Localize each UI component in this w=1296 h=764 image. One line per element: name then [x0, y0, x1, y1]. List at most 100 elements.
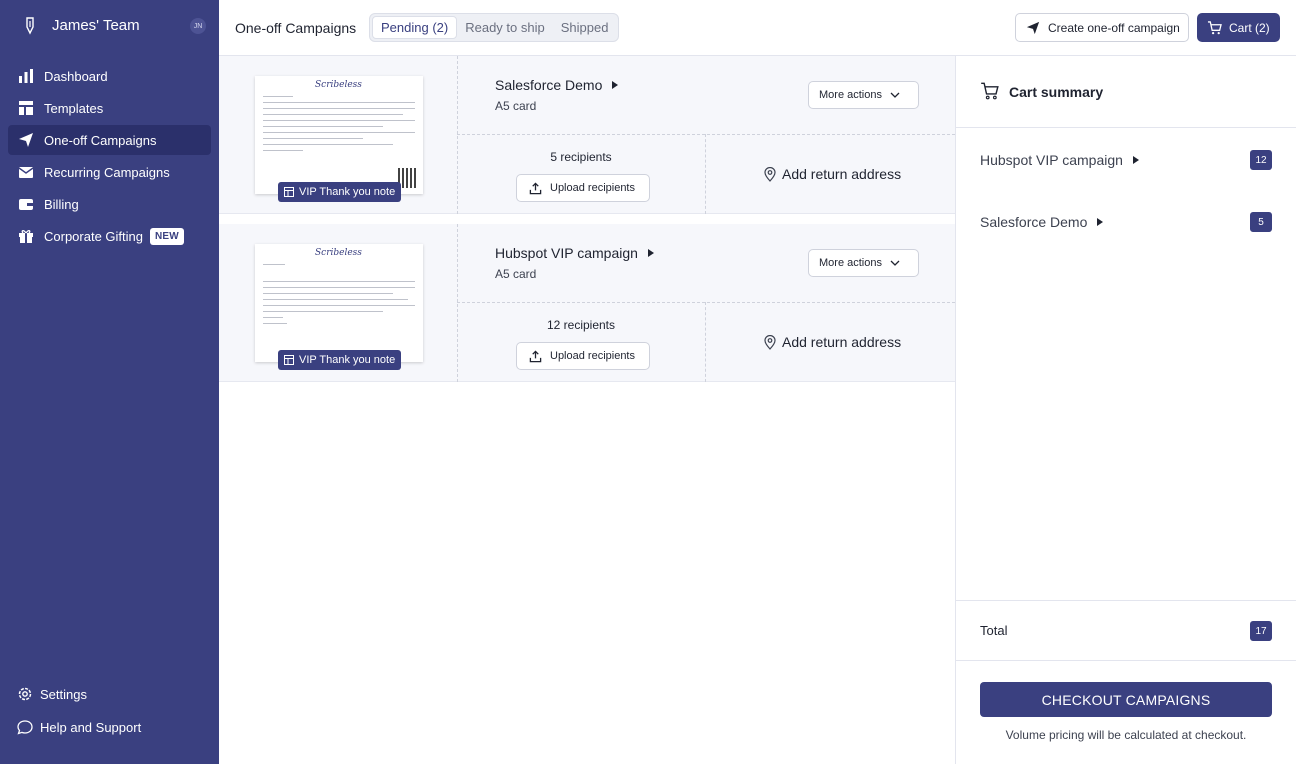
- more-actions-button[interactable]: More actions: [808, 81, 919, 109]
- cart-label: Cart (2): [1229, 20, 1270, 35]
- sidebar-item-label: One-off Campaigns: [44, 132, 157, 148]
- avatar[interactable]: JN: [190, 18, 206, 34]
- brand-logo: Scribeless: [315, 80, 362, 90]
- create-campaign-button[interactable]: Create one-off campaign: [1015, 13, 1189, 42]
- sidebar-item-label: Templates: [44, 100, 104, 116]
- play-arrow-icon: [647, 249, 654, 257]
- upload-recipients-button[interactable]: Upload recipients: [516, 342, 650, 370]
- chevron-down-icon: [890, 260, 900, 266]
- divider: [457, 224, 458, 382]
- page-title: One-off Campaigns: [235, 20, 357, 36]
- brand-logo: Scribeless: [315, 248, 362, 258]
- upload-icon: [529, 181, 542, 195]
- sidebar-item-label: Settings: [40, 686, 87, 702]
- wallet-icon: [16, 194, 36, 214]
- cart-item[interactable]: Salesforce Demo 5: [980, 210, 1272, 234]
- cart-icon: [1207, 20, 1222, 35]
- tab-shipped[interactable]: Shipped: [553, 16, 617, 39]
- location-pin-icon: [764, 334, 776, 350]
- play-arrow-icon: [612, 81, 619, 89]
- play-arrow-icon: [1132, 156, 1139, 164]
- sidebar-item-settings[interactable]: Settings: [8, 680, 211, 708]
- divider: [457, 302, 955, 303]
- tab-pending[interactable]: Pending (2): [372, 16, 458, 39]
- sidebar-item-label: Recurring Campaigns: [44, 164, 170, 180]
- handwriting-preview: [263, 96, 415, 156]
- sidebar-item-dashboard[interactable]: Dashboard: [8, 61, 211, 91]
- chat-bubble-icon: [16, 718, 34, 736]
- upload-recipients-label: Upload recipients: [550, 350, 635, 362]
- sidebar-item-label: Billing: [44, 196, 79, 212]
- add-return-address-button[interactable]: Add return address: [764, 166, 901, 182]
- upload-icon: [529, 349, 542, 363]
- card-preview[interactable]: Scribeless: [255, 76, 423, 194]
- new-badge: NEW: [150, 227, 184, 245]
- cart-icon: [980, 82, 999, 100]
- card-preview[interactable]: Scribeless: [255, 244, 423, 362]
- campaign-name-label: Hubspot VIP campaign: [495, 245, 638, 261]
- campaign-name[interactable]: Salesforce Demo: [495, 77, 619, 93]
- sidebar-item-one-off-campaigns[interactable]: One-off Campaigns: [8, 125, 211, 155]
- campaign-type: A5 card: [495, 99, 537, 113]
- sidebar-item-templates[interactable]: Templates: [8, 93, 211, 123]
- cart-item-name: Hubspot VIP campaign: [980, 152, 1123, 168]
- campaign-card: Scribeless VIP Thank you note Hubspot VI…: [219, 224, 955, 382]
- handwriting-preview: [263, 264, 415, 329]
- top-bar: One-off Campaigns Pending (2) Ready to s…: [219, 0, 1296, 56]
- total-count: 17: [1250, 621, 1272, 641]
- sidebar-item-help[interactable]: Help and Support: [8, 713, 211, 741]
- create-campaign-label: Create one-off campaign: [1048, 20, 1180, 35]
- sidebar-item-label: Dashboard: [44, 68, 108, 84]
- gift-icon: [16, 226, 36, 246]
- upload-recipients-label: Upload recipients: [550, 182, 635, 194]
- sidebar-item-label: Help and Support: [40, 719, 142, 735]
- campaign-name[interactable]: Hubspot VIP campaign: [495, 245, 654, 261]
- sidebar-item-billing[interactable]: Billing: [8, 189, 211, 219]
- cart-item-count: 5: [1250, 212, 1272, 232]
- more-actions-label: More actions: [819, 89, 882, 101]
- divider: [705, 134, 706, 214]
- cart-total: Total 17: [956, 600, 1296, 661]
- cart-item-count: 12: [1250, 150, 1272, 170]
- pricing-note: Volume pricing will be calculated at che…: [1005, 728, 1247, 742]
- cart-item[interactable]: Hubspot VIP campaign 12: [980, 148, 1272, 172]
- play-arrow-icon: [1097, 218, 1104, 226]
- location-pin-icon: [764, 166, 776, 182]
- divider: [705, 302, 706, 382]
- bar-chart-icon: [16, 66, 36, 86]
- pen-logo-icon: [22, 16, 38, 36]
- template-icon: [16, 98, 36, 118]
- divider: [457, 134, 955, 135]
- sidebar-item-recurring-campaigns[interactable]: Recurring Campaigns: [8, 157, 211, 187]
- add-return-address-button[interactable]: Add return address: [764, 334, 901, 350]
- template-icon: [284, 187, 294, 197]
- tab-ready-to-ship[interactable]: Ready to ship: [457, 16, 553, 39]
- campaign-type: A5 card: [495, 267, 537, 281]
- cart-summary-title: Cart summary: [1009, 84, 1104, 100]
- recipient-count: 12 recipients: [546, 318, 616, 332]
- cart-item-name: Salesforce Demo: [980, 214, 1088, 230]
- upload-recipients-button[interactable]: Upload recipients: [516, 174, 650, 202]
- total-label: Total: [980, 623, 1008, 638]
- more-actions-label: More actions: [819, 257, 882, 269]
- sidebar: James' Team JN Dashboard Templates One-o…: [0, 0, 219, 764]
- more-actions-button[interactable]: More actions: [808, 249, 919, 277]
- cart-button[interactable]: Cart (2): [1197, 13, 1280, 42]
- add-return-address-label: Add return address: [782, 166, 902, 182]
- sidebar-item-label: Corporate Gifting: [44, 228, 143, 244]
- add-return-address-label: Add return address: [782, 334, 902, 350]
- team-name: James' Team: [52, 17, 140, 34]
- status-tabs: Pending (2) Ready to ship Shipped: [369, 13, 620, 42]
- divider: [457, 56, 458, 214]
- cart-summary-panel: Cart summary Hubspot VIP campaign 12 Sal…: [955, 56, 1296, 764]
- mail-icon: [16, 162, 36, 182]
- campaign-list: Scribeless VIP Thank you note Salesforce…: [219, 56, 955, 764]
- template-icon: [284, 355, 294, 365]
- cart-summary-header: Cart summary: [956, 56, 1296, 128]
- template-tag-label: VIP Thank you note: [299, 186, 396, 198]
- checkout-button[interactable]: CHECKOUT CAMPAIGNS: [980, 682, 1272, 717]
- team-switcher[interactable]: James' Team JN: [0, 0, 219, 52]
- gear-icon: [16, 685, 34, 703]
- template-tag-label: VIP Thank you note: [299, 354, 396, 366]
- sidebar-item-corporate-gifting[interactable]: Corporate Gifting NEW: [8, 221, 211, 251]
